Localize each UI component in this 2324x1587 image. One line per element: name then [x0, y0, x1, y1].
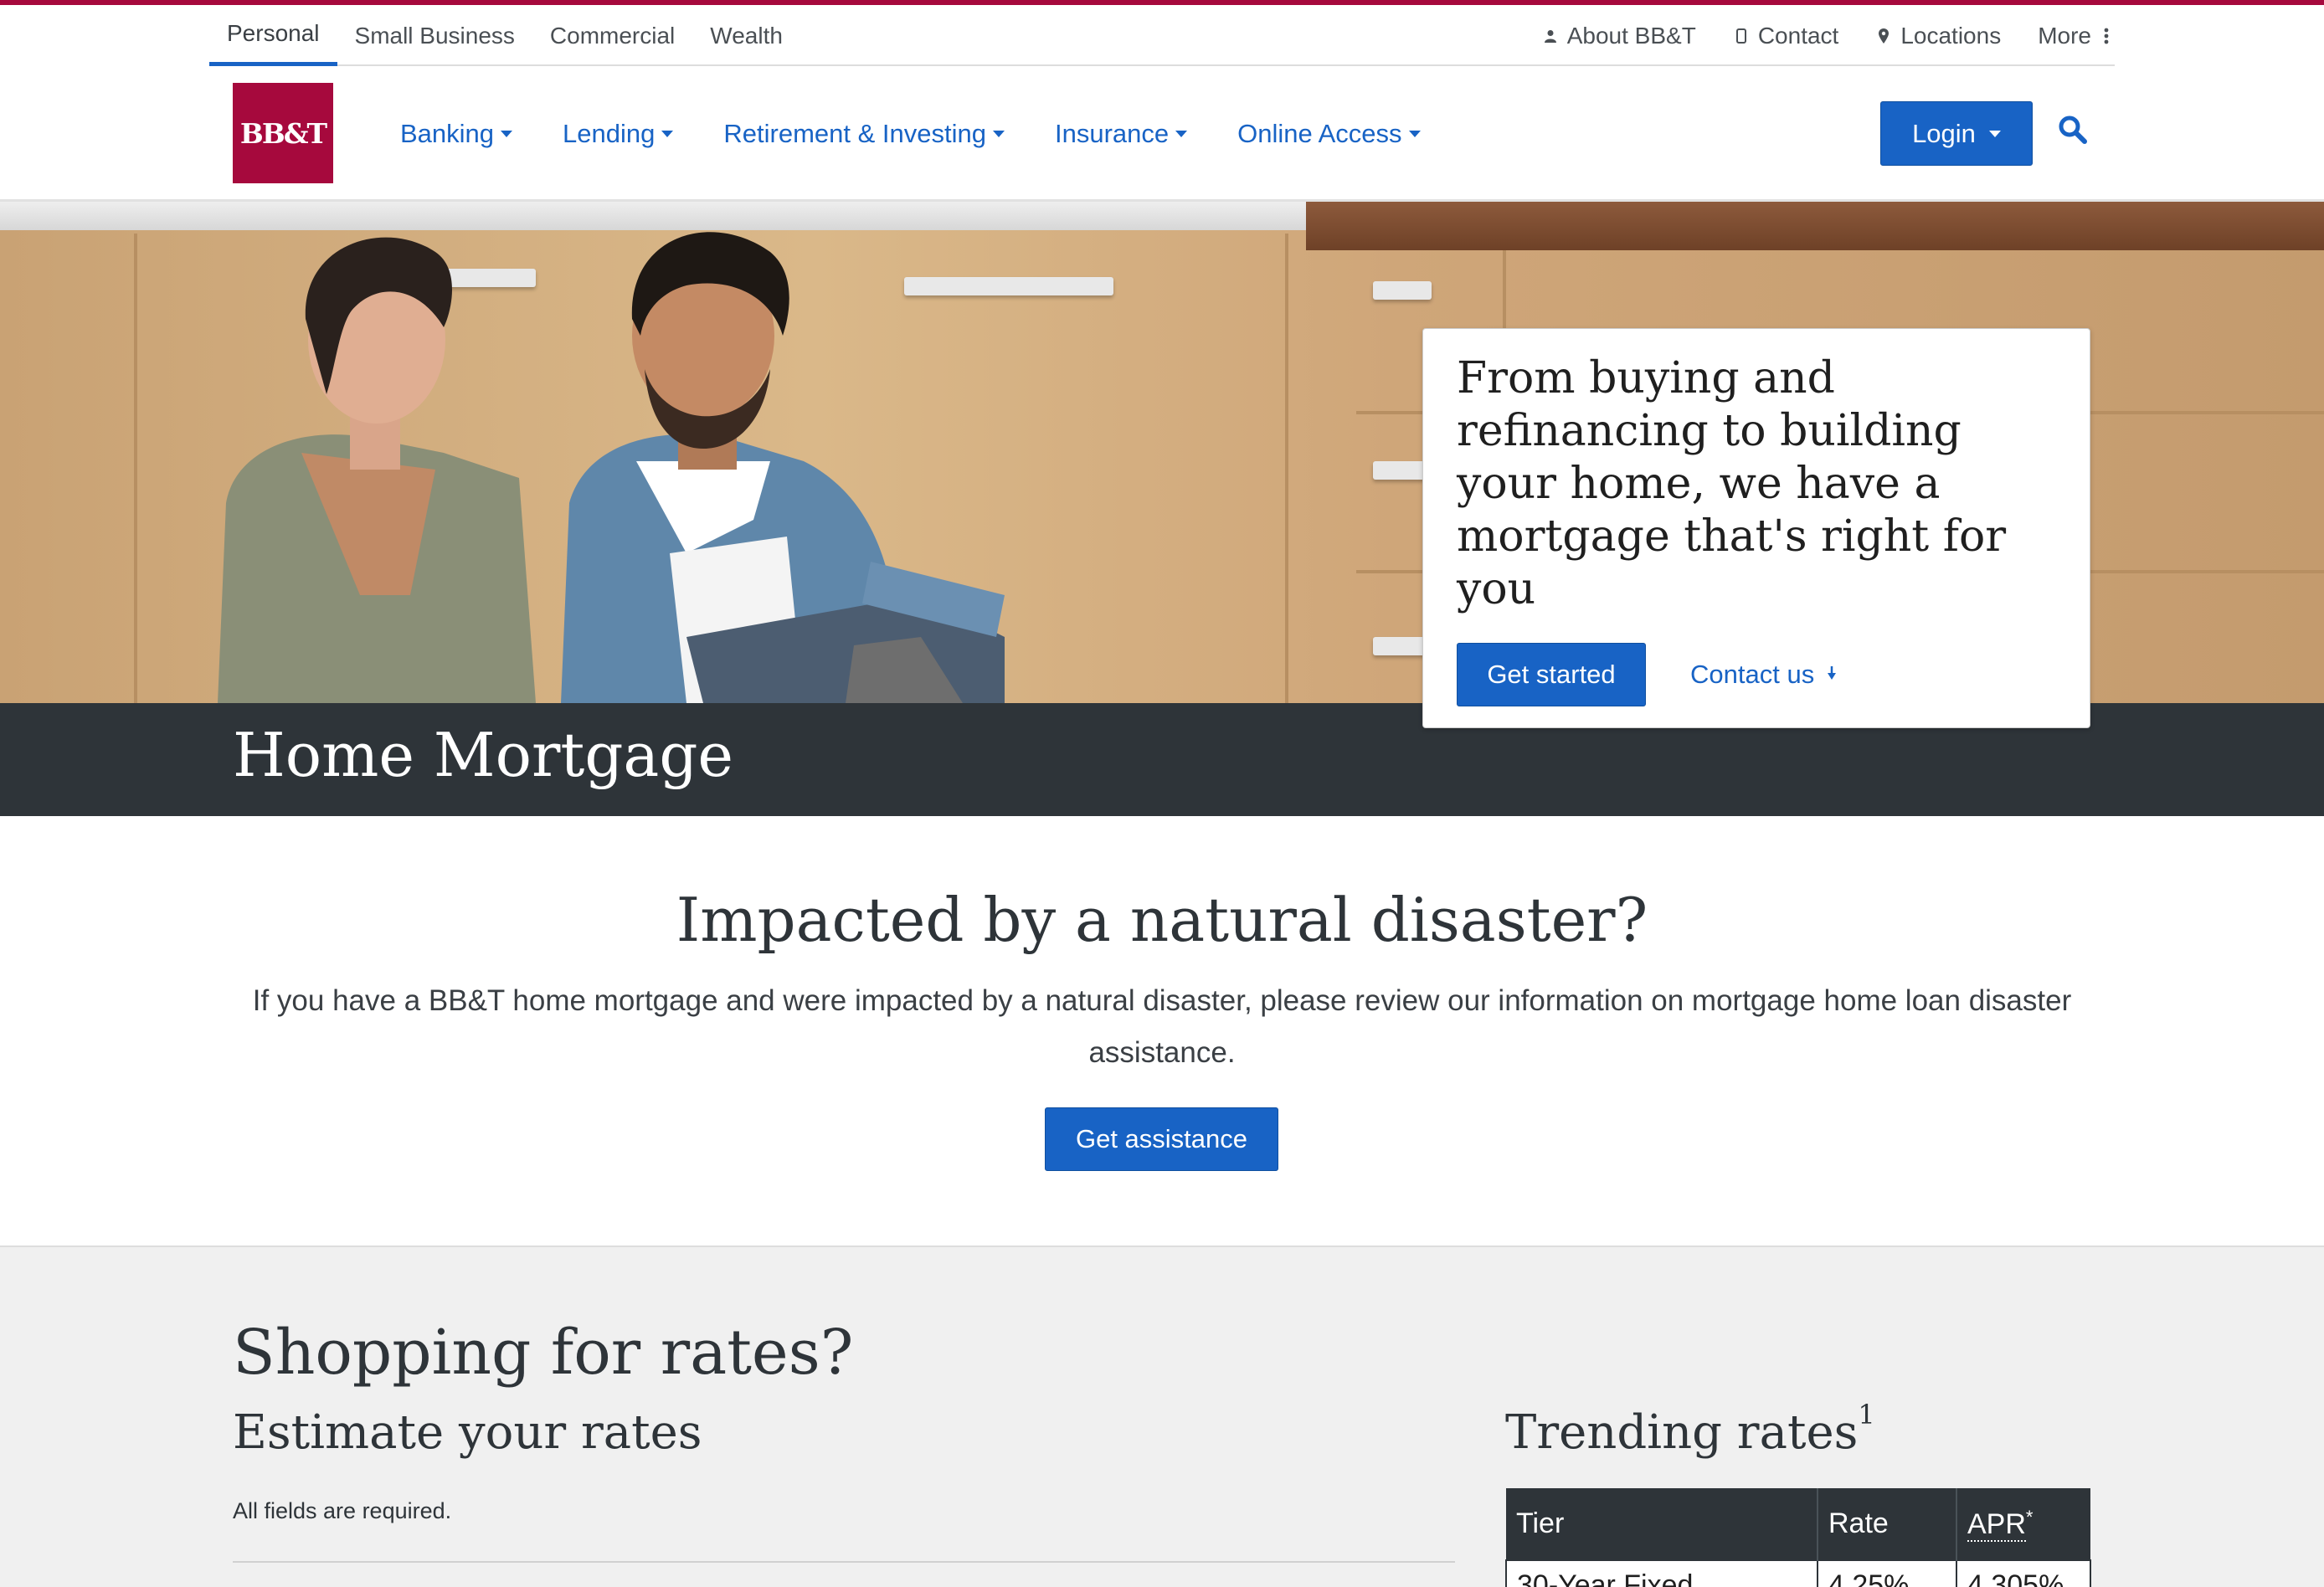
nav-insurance-label: Insurance	[1054, 119, 1170, 148]
nav-banking[interactable]: Banking	[400, 119, 513, 149]
hero-headline: From buying and refinancing to building …	[1457, 353, 2007, 614]
form-divider	[233, 1561, 1455, 1563]
caret-down-icon	[992, 131, 1005, 137]
estimate-heading: Estimate your rates	[233, 1405, 702, 1460]
page-title: Home Mortgage	[233, 720, 734, 790]
cabinet-edge	[134, 234, 137, 703]
col-rate: Rate	[1818, 1488, 1957, 1560]
more-vertical-icon	[2098, 28, 2115, 44]
login-label: Login	[1912, 118, 1976, 148]
bbt-logo[interactable]: BB&T	[233, 83, 333, 183]
utility-links: About BB&T Contact Locations More	[1505, 5, 2115, 66]
hero-actions: Get started Contact us	[1457, 643, 1838, 706]
col-tier: Tier	[1506, 1488, 1818, 1560]
nav-lending-label: Lending	[563, 119, 656, 148]
phone-icon	[1733, 28, 1750, 44]
cell-apr: 4.305%	[1956, 1559, 2091, 1587]
trending-rates-table: Tier Rate APR* 30-Year Fixed 4.25% 4.305…	[1505, 1488, 2091, 1587]
caret-down-icon	[1408, 131, 1421, 137]
segment-tabs: Personal Small Business Commercial Wealt…	[209, 5, 800, 66]
nav-lending[interactable]: Lending	[563, 119, 674, 149]
hero-photo-couple	[218, 232, 1005, 703]
contact-us-label: Contact us	[1690, 660, 1815, 689]
get-started-button[interactable]: Get started	[1457, 643, 1646, 706]
more-menu-label: More	[2038, 22, 2091, 49]
locations-link-label: Locations	[1900, 22, 2002, 49]
segment-tab-commercial[interactable]: Commercial	[532, 5, 692, 66]
segment-tab-small-business[interactable]: Small Business	[337, 5, 532, 66]
table-row: 30-Year Fixed 4.25% 4.305%	[1505, 1559, 2091, 1587]
locations-link[interactable]: Locations	[1875, 23, 2001, 49]
caret-down-icon	[1175, 131, 1188, 137]
apr-abbr: APR	[1967, 1508, 2026, 1543]
cell-rate: 4.25%	[1817, 1559, 1957, 1587]
table-header-row: Tier Rate APR*	[1506, 1488, 2090, 1560]
rates-section: Shopping for rates? Estimate your rates …	[0, 1247, 2324, 1587]
drawer-handle	[1373, 281, 1432, 300]
caret-down-icon	[501, 131, 513, 137]
more-menu[interactable]: More	[2038, 23, 2115, 49]
logo-text: BB&T	[239, 116, 327, 150]
search-icon[interactable]	[2058, 115, 2091, 148]
cabinet-edge	[1285, 234, 1288, 703]
disaster-body: If you have a BB&T home mortgage and wer…	[252, 984, 2072, 1069]
caret-down-icon	[661, 131, 674, 137]
map-pin-icon	[1875, 28, 1892, 44]
nav-online-access[interactable]: Online Access	[1237, 119, 1421, 149]
cell-tier: 30-Year Fixed	[1505, 1559, 1818, 1587]
about-link[interactable]: About BB&T	[1542, 23, 1696, 49]
col-apr[interactable]: APR*	[1956, 1488, 2090, 1560]
disaster-heading: Impacted by a natural disaster?	[676, 885, 1648, 955]
trending-rates-label: Trending rates	[1505, 1405, 1859, 1460]
hero-promo-card: From buying and refinancing to building …	[1422, 328, 2090, 728]
footnote-marker[interactable]: 1	[1858, 1399, 1874, 1430]
countertop-wood-decor	[1306, 202, 2324, 250]
main-header: BB&T Banking Lending Retirement & Invest…	[0, 66, 2324, 202]
utility-bar: Personal Small Business Commercial Wealt…	[209, 5, 2115, 66]
get-assistance-label: Get assistance	[1075, 1124, 1248, 1153]
contact-link[interactable]: Contact	[1733, 22, 1839, 49]
arrow-down-icon	[1826, 665, 1838, 685]
segment-tab-personal[interactable]: Personal	[209, 5, 337, 66]
disaster-notice: Impacted by a natural disaster? If you h…	[0, 816, 2324, 1247]
nav-online-access-label: Online Access	[1237, 119, 1402, 148]
get-started-label: Get started	[1487, 660, 1616, 689]
nav-insurance[interactable]: Insurance	[1054, 119, 1188, 149]
login-button[interactable]: Login	[1880, 101, 2033, 166]
apr-footnote: *	[2025, 1506, 2034, 1528]
person-icon	[1542, 28, 1559, 44]
about-link-label: About BB&T	[1566, 22, 1696, 49]
nav-retirement-label: Retirement & Investing	[723, 119, 986, 148]
segment-tab-wealth[interactable]: Wealth	[692, 5, 800, 66]
contact-us-link[interactable]: Contact us	[1690, 660, 1838, 690]
caret-down-icon	[1988, 130, 2001, 137]
get-assistance-button[interactable]: Get assistance	[1045, 1107, 1278, 1171]
nav-banking-label: Banking	[400, 119, 495, 148]
trending-rates-heading: Trending rates1	[1505, 1399, 1875, 1460]
nav-retirement-investing[interactable]: Retirement & Investing	[723, 119, 1005, 149]
required-note: All fields are required.	[233, 1498, 452, 1523]
primary-nav: Banking Lending Retirement & Investing I…	[400, 66, 1471, 202]
contact-link-label: Contact	[1757, 22, 1839, 49]
rates-heading: Shopping for rates?	[233, 1317, 854, 1389]
